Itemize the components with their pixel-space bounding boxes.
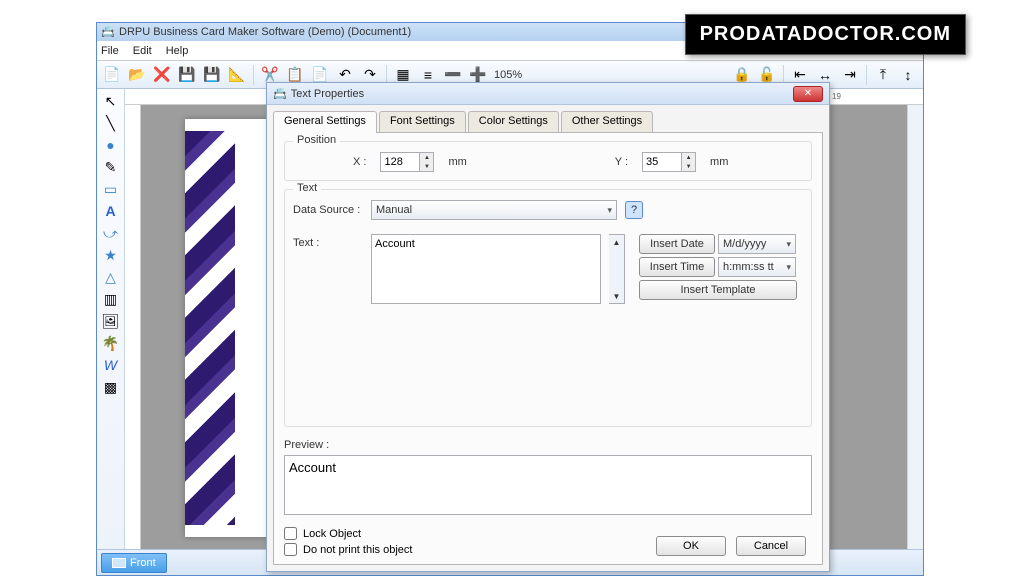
y-input[interactable] xyxy=(642,152,682,172)
text-group: Text Data Source : Manual ? Text : ▲▼ In… xyxy=(284,189,812,427)
new-icon[interactable]: 📄 xyxy=(101,64,123,86)
lock-object-checkbox[interactable]: Lock Object xyxy=(284,527,412,540)
arc-tool-icon[interactable]: ⤻ xyxy=(99,223,123,243)
pointer-tool-icon[interactable]: ↖ xyxy=(99,91,123,111)
save-icon[interactable]: 💾 xyxy=(176,64,198,86)
star-tool-icon[interactable]: ★ xyxy=(99,245,123,265)
position-group-title: Position xyxy=(293,134,340,146)
dialog-icon: 📇 xyxy=(273,87,287,100)
y-spinner[interactable]: ▲▼ xyxy=(642,152,696,172)
text-tool-icon[interactable]: A xyxy=(99,201,123,221)
front-thumb-icon xyxy=(112,558,126,568)
data-source-select[interactable]: Manual xyxy=(371,200,617,220)
insert-template-button[interactable]: Insert Template xyxy=(639,280,797,300)
tab-general[interactable]: General Settings xyxy=(273,111,377,133)
y-unit: mm xyxy=(710,156,728,168)
triangle-tool-icon[interactable]: △ xyxy=(99,267,123,287)
y-spin-buttons[interactable]: ▲▼ xyxy=(682,152,696,172)
text-label: Text : xyxy=(293,234,363,249)
close-icon[interactable]: ✕ xyxy=(793,86,823,102)
pattern-tool-icon[interactable]: ▩ xyxy=(99,377,123,397)
time-format-select[interactable]: h:mm:ss tt xyxy=(718,257,796,277)
position-group: Position X : ▲▼ mm Y : ▲▼ mm xyxy=(284,141,812,181)
tab-color[interactable]: Color Settings xyxy=(468,111,559,133)
window-title: DRPU Business Card Maker Software (Demo)… xyxy=(119,26,411,38)
saveas-icon[interactable]: 💾 xyxy=(201,64,223,86)
insert-date-button[interactable]: Insert Date xyxy=(639,234,715,254)
insert-time-button[interactable]: Insert Time xyxy=(639,257,715,277)
tab-font[interactable]: Font Settings xyxy=(379,111,466,133)
wordart-tool-icon[interactable]: W xyxy=(99,355,123,375)
wizard-icon[interactable]: 📐 xyxy=(226,64,248,86)
x-input[interactable] xyxy=(380,152,420,172)
zoom-label: 105% xyxy=(494,69,522,81)
text-properties-dialog: 📇 Text Properties ✕ General Settings Fon… xyxy=(266,82,830,572)
date-format-select[interactable]: M/d/yyyy xyxy=(718,234,796,254)
card-stripe-graphic xyxy=(185,131,235,525)
preview-label: Preview : xyxy=(284,439,812,451)
dialog-title-bar[interactable]: 📇 Text Properties ✕ xyxy=(267,83,829,105)
delete-icon[interactable]: ❌ xyxy=(151,64,173,86)
menu-edit[interactable]: Edit xyxy=(133,45,152,57)
picture-tool-icon[interactable]: 🖼 xyxy=(99,311,123,331)
text-group-title: Text xyxy=(293,182,321,194)
open-icon[interactable]: 📂 xyxy=(126,64,148,86)
cancel-button[interactable]: Cancel xyxy=(736,536,806,556)
image-tool-icon[interactable]: 🌴 xyxy=(99,333,123,353)
data-source-label: Data Source : xyxy=(293,204,363,216)
align-top-icon[interactable]: ⤒ xyxy=(872,64,894,86)
tab-other[interactable]: Other Settings xyxy=(561,111,653,133)
pencil-tool-icon[interactable]: ✎ xyxy=(99,157,123,177)
y-label: Y : xyxy=(615,156,628,168)
menu-help[interactable]: Help xyxy=(166,45,189,57)
line-tool-icon[interactable]: ╲ xyxy=(99,113,123,133)
app-icon: 📇 xyxy=(101,25,115,39)
x-spin-buttons[interactable]: ▲▼ xyxy=(420,152,434,172)
x-spinner[interactable]: ▲▼ xyxy=(380,152,434,172)
front-tab-label: Front xyxy=(130,557,156,569)
help-icon[interactable]: ? xyxy=(625,201,643,219)
dialog-body: General Settings Font Settings Color Set… xyxy=(267,105,829,571)
text-scrollbar[interactable]: ▲▼ xyxy=(609,234,625,304)
barcode-tool-icon[interactable]: ▥ xyxy=(99,289,123,309)
x-label: X : xyxy=(353,156,366,168)
menu-file[interactable]: File xyxy=(101,45,119,57)
preview-box: Account xyxy=(284,455,812,515)
dialog-title: Text Properties xyxy=(291,88,364,100)
tool-palette: ↖ ╲ ● ✎ ▭ A ⤻ ★ △ ▥ 🖼 🌴 W ▩ xyxy=(97,89,125,549)
ruler-vertical xyxy=(125,105,141,549)
align-middle-icon[interactable]: ↕ xyxy=(897,64,919,86)
tab-panel-general: Position X : ▲▼ mm Y : ▲▼ mm xyxy=(273,132,823,565)
ok-button[interactable]: OK xyxy=(656,536,726,556)
preview-value: Account xyxy=(289,460,336,475)
text-input[interactable] xyxy=(371,234,601,304)
noprint-checkbox[interactable]: Do not print this object xyxy=(284,543,412,556)
ellipse-tool-icon[interactable]: ● xyxy=(99,135,123,155)
scrollbar-v[interactable] xyxy=(907,105,923,549)
x-unit: mm xyxy=(448,156,466,168)
dialog-tabs: General Settings Font Settings Color Set… xyxy=(273,111,823,133)
rect-tool-icon[interactable]: ▭ xyxy=(99,179,123,199)
side-tab-front[interactable]: Front xyxy=(101,553,167,573)
align-right-icon[interactable]: ⇥ xyxy=(839,64,861,86)
watermark: PRODATADOCTOR.COM xyxy=(685,14,966,55)
